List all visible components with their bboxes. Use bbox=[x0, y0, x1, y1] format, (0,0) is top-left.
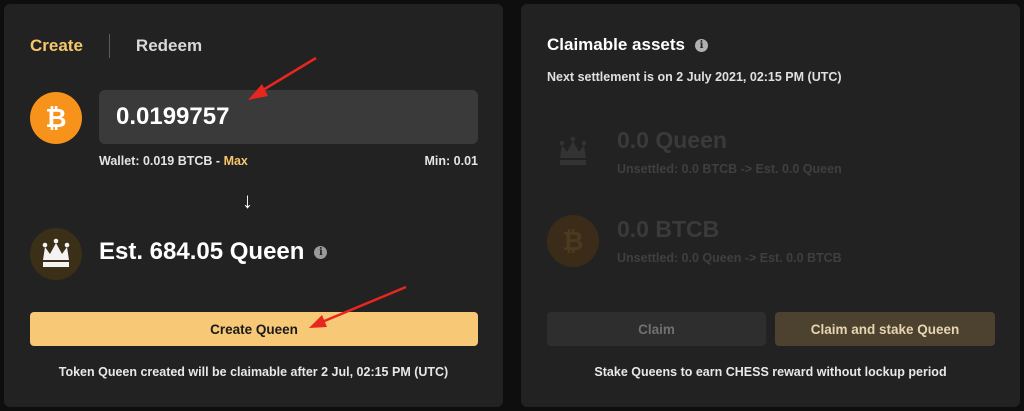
bitcoin-glyph: ₿ bbox=[562, 225, 584, 256]
queen-icon bbox=[547, 126, 599, 178]
queen-icon bbox=[30, 228, 82, 280]
asset-text-queen: 0.0 Queen Unsettled: 0.0 BTCB -> Est. 0.… bbox=[617, 126, 842, 176]
claim-title: Claimable assets i bbox=[547, 35, 708, 55]
create-note: Token Queen created will be claimable af… bbox=[58, 365, 449, 379]
settlement-text: Next settlement is on 2 July 2021, 02:15… bbox=[547, 70, 842, 84]
asset-row-btcb: ₿ 0.0 BTCB Unsettled: 0.0 Queen -> Est. … bbox=[547, 215, 842, 267]
tab-create[interactable]: Create bbox=[30, 36, 83, 56]
asset-text-btcb: 0.0 BTCB Unsettled: 0.0 Queen -> Est. 0.… bbox=[617, 215, 842, 265]
asset-unsettled: Unsettled: 0.0 BTCB -> Est. 0.0 Queen bbox=[617, 162, 842, 176]
asset-amount: 0.0 BTCB bbox=[617, 216, 720, 242]
bitcoin-icon: ₿ bbox=[547, 215, 599, 267]
min-amount: Min: 0.01 bbox=[424, 154, 479, 168]
arrow-down-icon: ↓ bbox=[242, 188, 253, 213]
claim-and-stake-button[interactable]: Claim and stake Queen bbox=[775, 312, 995, 346]
estimate-value: Est. 684.05 Queen bbox=[99, 238, 305, 265]
create-queen-button[interactable]: Create Queen bbox=[30, 312, 478, 346]
stake-note: Stake Queens to earn CHESS reward withou… bbox=[594, 365, 947, 379]
asset-row-queen: 0.0 Queen Unsettled: 0.0 BTCB -> Est. 0.… bbox=[547, 126, 842, 178]
asset-unsettled: Unsettled: 0.0 Queen -> Est. 0.0 BTCB bbox=[617, 251, 842, 265]
bitcoin-icon: ₿ bbox=[30, 92, 82, 144]
estimate-display: Est. 684.05 Queen i bbox=[99, 238, 328, 266]
info-icon[interactable]: i bbox=[314, 245, 328, 259]
wallet-balance: Wallet: 0.019 BTCB - Max bbox=[99, 154, 248, 168]
info-icon[interactable]: i bbox=[694, 38, 708, 52]
claim-button[interactable]: Claim bbox=[547, 312, 766, 346]
wallet-row: Wallet: 0.019 BTCB - Max Min: 0.01 bbox=[99, 154, 478, 168]
create-panel: Create Redeem ₿ 0.0199757 Wallet: 0.019 … bbox=[4, 4, 503, 407]
wallet-label: Wallet: 0.019 BTCB - bbox=[99, 154, 224, 168]
bitcoin-glyph: ₿ bbox=[45, 102, 67, 133]
tab-bar: Create Redeem bbox=[30, 34, 202, 58]
claim-panel: Claimable assets i Next settlement is on… bbox=[521, 4, 1020, 407]
max-button[interactable]: Max bbox=[224, 154, 248, 168]
amount-input-value: 0.0199757 bbox=[116, 103, 230, 130]
tab-divider bbox=[108, 34, 110, 58]
claim-title-text: Claimable assets bbox=[547, 35, 685, 54]
amount-input[interactable]: 0.0199757 bbox=[99, 90, 478, 144]
asset-amount: 0.0 Queen bbox=[617, 127, 727, 153]
tab-redeem[interactable]: Redeem bbox=[136, 36, 202, 56]
